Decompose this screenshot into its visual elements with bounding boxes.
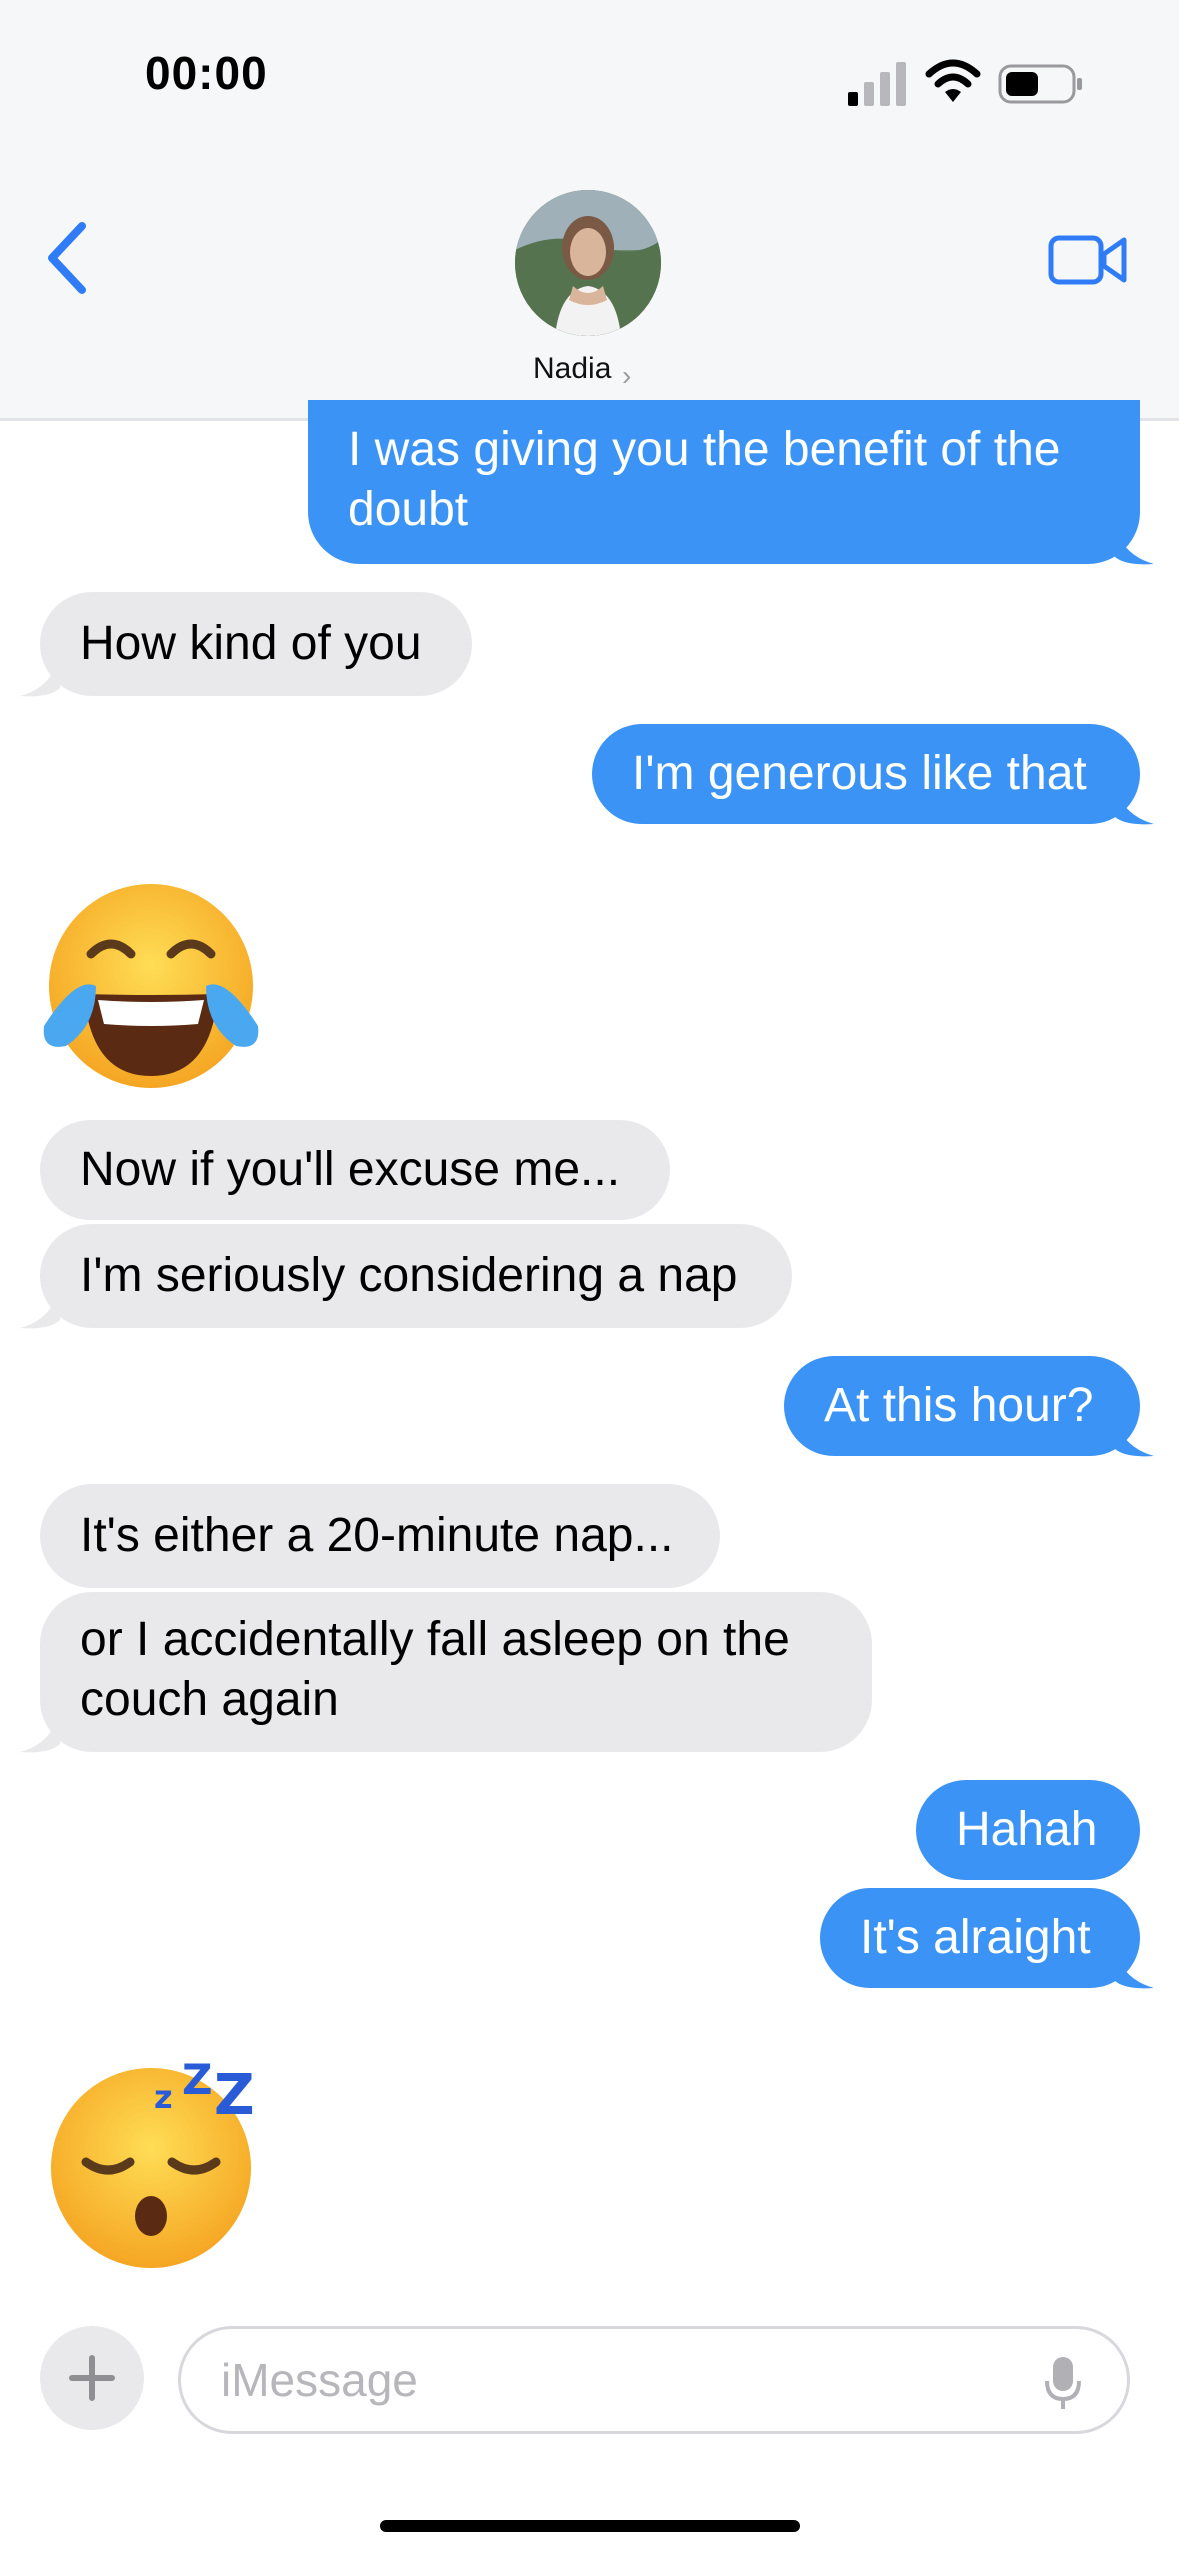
message-input[interactable]: iMessage [178, 2326, 1130, 2434]
incoming-message[interactable]: How kind of you [40, 592, 472, 696]
battery-icon [998, 64, 1082, 104]
avatar-photo [515, 190, 661, 336]
status-time: 00:00 [145, 47, 268, 99]
video-call-icon[interactable] [1048, 232, 1128, 288]
message-tail [20, 1714, 60, 1753]
svg-text:z: z [154, 2078, 173, 2116]
outgoing-message[interactable]: I'm generous like that [592, 724, 1140, 824]
message-text: I was giving you the benefit of the doub… [348, 423, 1061, 536]
message-text: I'm seriously considering a nap [80, 1249, 738, 1302]
incoming-message[interactable]: It's either a 20-minute nap... [40, 1484, 720, 1588]
message-text: At this hour? [824, 1379, 1094, 1432]
face-with-tears-of-joy-emoji[interactable] [36, 876, 266, 1106]
add-attachment-button[interactable] [40, 2326, 144, 2430]
conversation-header: 00:00 Nadia › [0, 0, 1179, 421]
plus-icon [69, 2355, 115, 2401]
message-tail [20, 1290, 60, 1329]
contact-chevron-icon[interactable]: › [622, 360, 631, 392]
incoming-message[interactable]: or I accidentally fall asleep on the cou… [40, 1592, 872, 1752]
back-chevron-icon[interactable] [40, 218, 100, 298]
cellular-signal-icon [848, 62, 906, 106]
message-input-placeholder: iMessage [221, 2354, 418, 2406]
message-text: It's alraight [860, 1911, 1091, 1964]
svg-text:Z: Z [182, 2055, 212, 2104]
incoming-message[interactable]: Now if you'll excuse me... [40, 1120, 670, 1220]
message-text: Now if you'll excuse me... [80, 1143, 621, 1196]
svg-text:Z: Z [214, 2063, 255, 2128]
outgoing-message[interactable]: It's alraight [820, 1888, 1140, 1988]
message-text: I'm generous like that [632, 747, 1087, 800]
message-text: It's either a 20-minute nap... [80, 1509, 674, 1562]
message-tail [1114, 786, 1154, 825]
message-tail [1114, 526, 1154, 565]
message-text: How kind of you [80, 617, 422, 670]
outgoing-message[interactable]: At this hour? [784, 1356, 1140, 1456]
contact-avatar[interactable] [515, 190, 661, 336]
sleeping-face-emoji[interactable]: z Z Z [36, 2044, 266, 2274]
outgoing-message[interactable]: Hahah [916, 1780, 1140, 1880]
wifi-icon [925, 59, 981, 102]
microphone-icon[interactable] [1043, 2355, 1083, 2411]
incoming-message[interactable]: I'm seriously considering a nap [40, 1224, 792, 1328]
outgoing-message[interactable]: I was giving you the benefit of the doub… [308, 400, 1140, 564]
contact-name[interactable]: Nadia [533, 352, 611, 386]
message-text: or I accidentally fall asleep on the cou… [80, 1613, 790, 1726]
home-indicator [380, 2520, 800, 2532]
message-tail [1114, 1950, 1154, 1989]
message-tail [20, 658, 60, 697]
message-tail [1114, 1418, 1154, 1457]
message-text: Hahah [956, 1803, 1098, 1856]
